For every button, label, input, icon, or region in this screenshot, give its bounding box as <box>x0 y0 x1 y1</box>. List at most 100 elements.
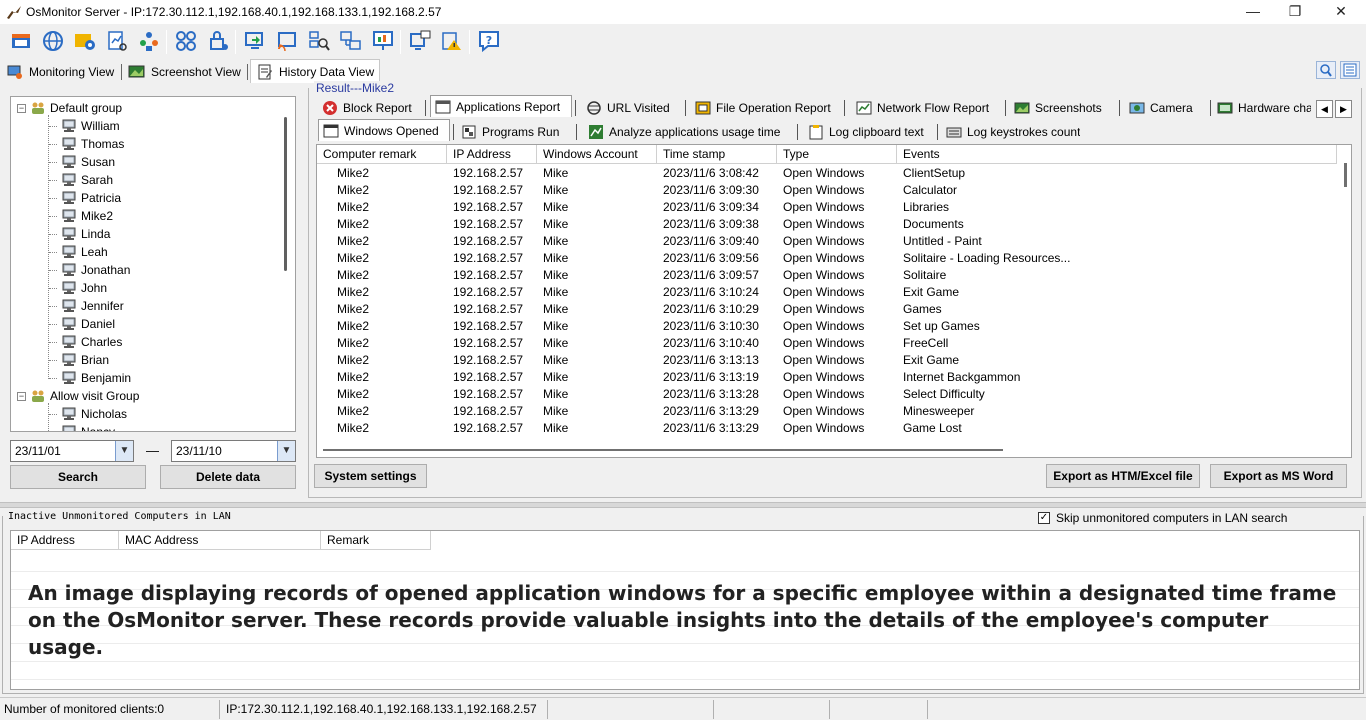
table-vertical-scrollbar[interactable] <box>1344 163 1347 187</box>
tree-item-charles[interactable]: Charles <box>49 333 122 351</box>
globe-icon[interactable] <box>40 28 66 54</box>
search-button[interactable]: Search <box>10 465 146 489</box>
column-header-mac[interactable]: MAC Address <box>119 531 321 550</box>
tab-screenshot-view[interactable]: Screenshot View <box>128 61 241 83</box>
table-row[interactable]: Mike2 192.168.2.57 Mike 2023/11/6 3:09:57 Op… <box>317 267 1337 284</box>
column-header-type[interactable]: Type <box>777 145 897 164</box>
cast-icon[interactable] <box>274 28 300 54</box>
tree-scrollbar[interactable] <box>284 117 287 271</box>
tree-item-daniel[interactable]: Daniel <box>49 315 115 333</box>
list-view-button[interactable] <box>1340 61 1360 79</box>
tab-log-keystrokes-count[interactable]: Log keystrokes count <box>942 121 1092 143</box>
tab-history-data-view[interactable]: History Data View <box>250 59 381 83</box>
tree-group-allow-visit[interactable]: − Allow visit Group <box>17 387 139 405</box>
computer-tree[interactable]: − Default group William Thomas Susan Sarah P… <box>10 96 296 432</box>
table-row[interactable]: Mike2 192.168.2.57 Mike 2023/11/6 3:13:29 Op… <box>317 420 1337 437</box>
tab-windows-opened[interactable]: Windows Opened <box>318 119 450 141</box>
table-horizontal-scrollbar[interactable] <box>323 449 1003 451</box>
system-settings-button[interactable]: System settings <box>314 464 427 488</box>
panel-splitter[interactable] <box>0 502 1366 508</box>
table-row[interactable]: Mike2 192.168.2.57 Mike 2023/11/6 3:10:30 Op… <box>317 318 1337 335</box>
apps-grid-icon[interactable] <box>173 28 199 54</box>
tab-block-report[interactable]: Block Report <box>318 97 422 119</box>
table-row[interactable]: Mike2 192.168.2.57 Mike 2023/11/6 3:13:19 Op… <box>317 369 1337 386</box>
collapse-icon[interactable]: − <box>17 103 26 113</box>
table-row[interactable]: Mike2 192.168.2.57 Mike 2023/11/6 3:13:13 Op… <box>317 352 1337 369</box>
table-row[interactable]: Mike2 192.168.2.57 Mike 2023/11/6 3:10:24 Op… <box>317 284 1337 301</box>
column-header-ip-address[interactable]: IP Address <box>447 145 537 164</box>
tab-file-operation-report[interactable]: File Operation Report <box>691 97 841 119</box>
tree-item-william[interactable]: William <box>49 117 120 135</box>
users-icon[interactable] <box>136 28 162 54</box>
collapse-icon[interactable]: − <box>17 391 26 401</box>
table-row[interactable]: Mike2 192.168.2.57 Mike 2023/11/6 3:10:29 Op… <box>317 301 1337 318</box>
table-row[interactable]: Mike2 192.168.2.57 Mike 2023/11/6 3:09:34 Op… <box>317 199 1337 216</box>
column-header-computer-remark[interactable]: Computer remark <box>317 145 447 164</box>
tree-item-nancy[interactable]: Nancy <box>49 423 115 431</box>
tree-group-default[interactable]: − Default group <box>17 99 122 117</box>
minimize-button[interactable]: — <box>1230 0 1276 24</box>
table-row[interactable]: Mike2 192.168.2.57 Mike 2023/11/6 3:09:30 Op… <box>317 182 1337 199</box>
report-icon[interactable] <box>104 28 130 54</box>
tree-item-thomas[interactable]: Thomas <box>49 135 124 153</box>
lock-icon[interactable] <box>205 28 231 54</box>
column-header-remark[interactable]: Remark <box>321 531 431 550</box>
table-row[interactable]: Mike2 192.168.2.57 Mike 2023/11/6 3:13:28 Op… <box>317 386 1337 403</box>
tree-item-mike2[interactable]: Mike2 <box>49 207 113 225</box>
tab-programs-run[interactable]: Programs Run <box>457 121 573 143</box>
tab-analyze-applications-usage-time[interactable]: Analyze applications usage time <box>584 121 794 143</box>
date-from-picker[interactable]: 23/11/01 ▼ <box>10 440 134 462</box>
close-button[interactable]: ✕ <box>1318 0 1364 24</box>
tree-item-jonathan[interactable]: Jonathan <box>49 261 130 279</box>
column-header-time-stamp[interactable]: Time stamp <box>657 145 777 164</box>
tab-scroll-left-button[interactable]: ◀ <box>1316 100 1333 118</box>
tree-item-jennifer[interactable]: Jennifer <box>49 297 124 315</box>
table-row[interactable]: Mike2 192.168.2.57 Mike 2023/11/6 3:09:38 Op… <box>317 216 1337 233</box>
skip-unmonitored-checkbox[interactable]: ✓ Skip unmonitored computers in LAN sear… <box>1036 511 1290 525</box>
events-table[interactable]: Computer remark IP Address Windows Account… <box>316 144 1352 458</box>
column-header-windows-account[interactable]: Windows Account <box>537 145 657 164</box>
tab-monitoring-view[interactable]: Monitoring View <box>6 61 114 83</box>
alert-lock-icon[interactable] <box>439 28 465 54</box>
maximize-button[interactable]: ❐ <box>1272 0 1318 24</box>
windows-icon[interactable] <box>8 28 34 54</box>
checkbox-checked-icon[interactable]: ✓ <box>1038 512 1050 524</box>
presentation-icon[interactable] <box>370 28 396 54</box>
tree-item-leah[interactable]: Leah <box>49 243 108 261</box>
tree-item-linda[interactable]: Linda <box>49 225 110 243</box>
tab-hardware-cha[interactable]: Hardware cha <box>1213 97 1315 119</box>
table-row[interactable]: Mike2 192.168.2.57 Mike 2023/11/6 3:09:40 Op… <box>317 233 1337 250</box>
ip-config-icon[interactable] <box>407 28 433 54</box>
network-icon[interactable] <box>338 28 364 54</box>
tab-scroll-right-button[interactable]: ▶ <box>1335 100 1352 118</box>
table-row[interactable]: Mike2 192.168.2.57 Mike 2023/11/6 3:10:40 Op… <box>317 335 1337 352</box>
chevron-down-icon[interactable]: ▼ <box>277 441 295 461</box>
date-to-picker[interactable]: 23/11/10 ▼ <box>171 440 296 462</box>
tree-item-benjamin[interactable]: Benjamin <box>49 369 131 387</box>
tree-item-john[interactable]: John <box>49 279 107 297</box>
remote-desktop-icon[interactable] <box>242 28 268 54</box>
tab-url-visited[interactable]: URL Visited <box>582 97 682 119</box>
tree-item-patricia[interactable]: Patricia <box>49 189 121 207</box>
table-row[interactable]: Mike2 192.168.2.57 Mike 2023/11/6 3:09:56 Op… <box>317 250 1337 267</box>
help-icon[interactable]: ? <box>476 28 502 54</box>
settings-folder-icon[interactable] <box>72 28 98 54</box>
find-button[interactable] <box>1316 61 1336 79</box>
tree-item-nicholas[interactable]: Nicholas <box>49 405 127 423</box>
table-row[interactable]: Mike2 192.168.2.57 Mike 2023/11/6 3:08:42 Op… <box>317 165 1337 182</box>
tree-item-brian[interactable]: Brian <box>49 351 109 369</box>
table-row[interactable]: Mike2 192.168.2.57 Mike 2023/11/6 3:13:29 Op… <box>317 403 1337 420</box>
tree-item-sarah[interactable]: Sarah <box>49 171 113 189</box>
tab-network-flow-report[interactable]: Network Flow Report <box>852 97 1002 119</box>
column-header-ip[interactable]: IP Address <box>11 531 119 550</box>
tab-applications-report[interactable]: Applications Report <box>430 95 572 117</box>
tab-screenshots[interactable]: Screenshots <box>1010 97 1116 119</box>
delete-data-button[interactable]: Delete data <box>160 465 296 489</box>
export-ms-word-button[interactable]: Export as MS Word <box>1210 464 1347 488</box>
export-htm-excel-button[interactable]: Export as HTM/Excel file <box>1046 464 1200 488</box>
tab-log-clipboard-text[interactable]: Log clipboard text <box>804 121 934 143</box>
tree-item-susan[interactable]: Susan <box>49 153 115 171</box>
search-computers-icon[interactable] <box>306 28 332 54</box>
column-header-events[interactable]: Events <box>897 145 1337 164</box>
tab-camera[interactable]: Camera <box>1125 97 1207 119</box>
